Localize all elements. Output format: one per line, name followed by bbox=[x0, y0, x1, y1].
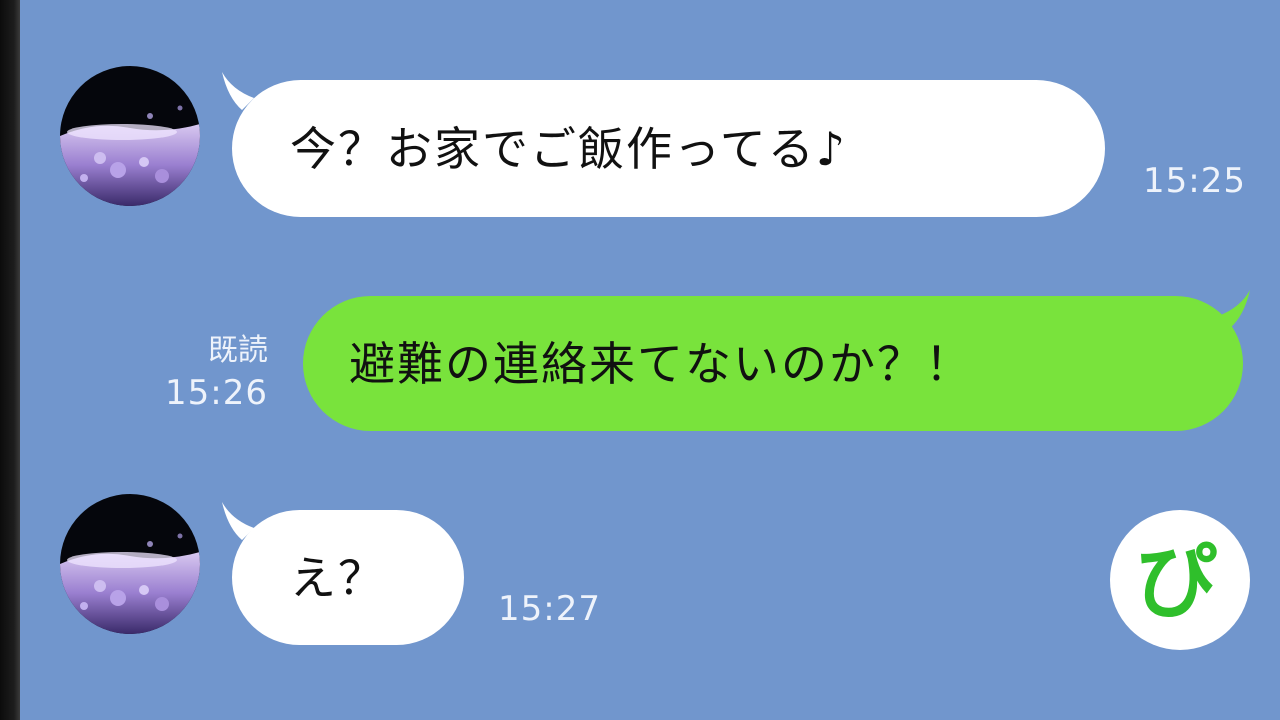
phone-frame-edge bbox=[0, 0, 20, 720]
message-text: え？ bbox=[290, 550, 386, 605]
message-timestamp: 15:25 bbox=[1143, 161, 1246, 201]
avatar-image bbox=[60, 66, 200, 206]
logo-text: ぴ bbox=[1135, 535, 1217, 630]
message-timestamp: 15:26 bbox=[165, 373, 268, 413]
incoming-message-bubble[interactable]: え？ bbox=[232, 510, 464, 645]
read-receipt: 既読 15:26 bbox=[150, 333, 268, 413]
avatar-image bbox=[60, 494, 200, 634]
outgoing-message-bubble[interactable]: 避難の連絡来てないのか？！ bbox=[303, 296, 1243, 431]
bubble-tail bbox=[1218, 290, 1250, 328]
pi-logo-icon: ぴ bbox=[1135, 535, 1217, 630]
message-timestamp: 15:27 bbox=[498, 589, 601, 629]
incoming-message-bubble[interactable]: 今？お家でご飯作ってる♪ bbox=[232, 80, 1105, 217]
read-label: 既読 bbox=[208, 333, 268, 368]
friend-avatar[interactable] bbox=[60, 66, 200, 206]
message-text: 避難の連絡来てないのか？！ bbox=[349, 336, 973, 391]
message-text: 今？お家でご飯作ってる♪ bbox=[290, 121, 848, 176]
pi-logo-badge: ぴ bbox=[1110, 510, 1250, 650]
friend-avatar[interactable] bbox=[60, 494, 200, 634]
